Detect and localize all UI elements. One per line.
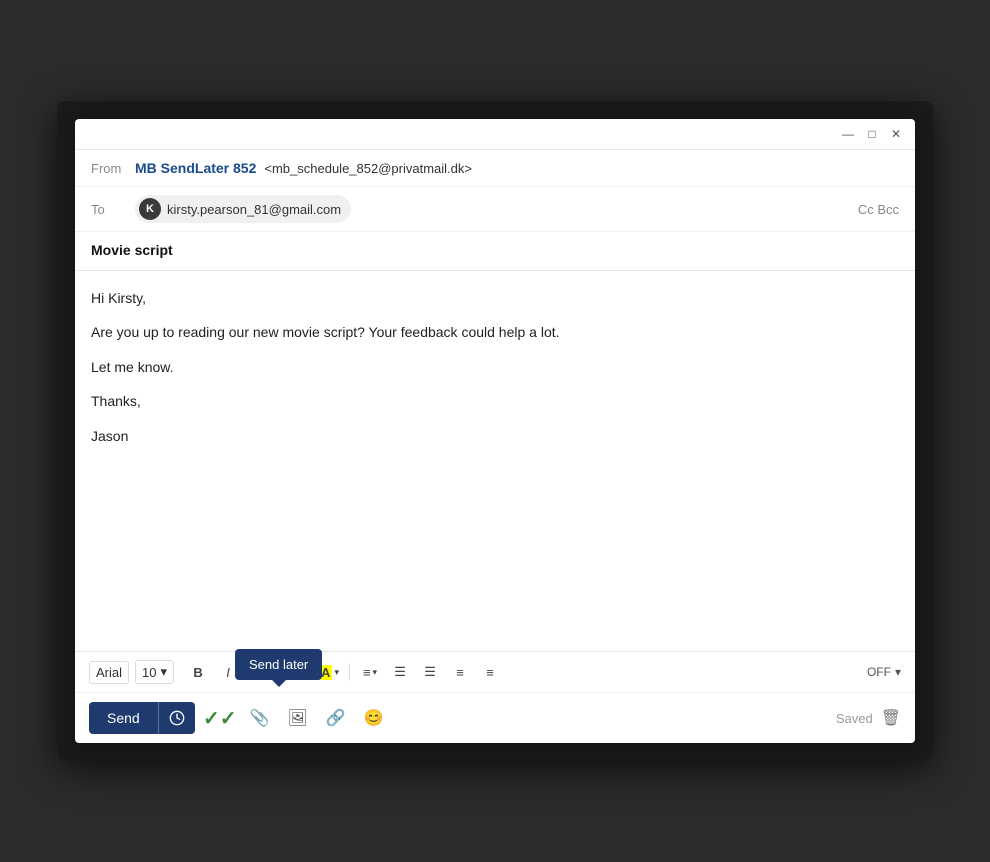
emoji-icon: 😊: [364, 708, 384, 728]
alignment-icon: ≡: [363, 665, 371, 680]
subject-row: Movie script: [75, 232, 915, 271]
cc-bcc-button[interactable]: Cc Bcc: [858, 202, 899, 217]
font-name: Arial: [96, 665, 122, 680]
off-toggle[interactable]: OFF ▾: [867, 665, 901, 679]
ordered-list-button[interactable]: ☰: [386, 658, 414, 686]
send-label: Send: [107, 710, 140, 726]
signature: Jason: [91, 425, 899, 447]
saved-status: Saved 🗑: [836, 708, 901, 728]
emoji-button[interactable]: 😊: [359, 703, 389, 733]
avatar: K: [139, 198, 161, 220]
unordered-list-button[interactable]: ☰: [416, 658, 444, 686]
closing: Thanks,: [91, 390, 899, 412]
send-button[interactable]: Send: [89, 702, 158, 734]
unordered-list-icon: ☰: [424, 664, 436, 680]
bold-button[interactable]: B: [184, 658, 212, 686]
font-size-selector[interactable]: 10 ▾: [135, 660, 174, 684]
body-line2: Let me know.: [91, 356, 899, 378]
outdent-button[interactable]: ≡: [476, 658, 504, 686]
font-selector[interactable]: Arial: [89, 661, 129, 684]
font-size-value: 10: [142, 665, 156, 680]
check-icon: ✓✓: [203, 706, 237, 731]
to-label: To: [91, 202, 127, 217]
to-row: To K kirsty.pearson_81@gmail.com Cc Bcc: [75, 187, 915, 232]
send-clock-button[interactable]: [158, 702, 195, 734]
email-body[interactable]: Hi Kirsty, Are you up to reading our new…: [75, 271, 915, 651]
formatting-toolbar: Arial 10 ▾ B I U A ▾ A ▾: [75, 652, 915, 693]
sender-email: <mb_schedule_852@privatmail.dk>: [264, 161, 472, 176]
link-button[interactable]: 🔗: [321, 703, 351, 733]
attach-button[interactable]: 📎: [245, 703, 275, 733]
check-button[interactable]: ✓✓: [203, 701, 237, 735]
bg-color-arrow-icon: ▾: [334, 667, 339, 678]
send-later-tooltip: Send later: [235, 649, 322, 680]
sender-name: MB SendLater 852: [135, 160, 256, 176]
alignment-button[interactable]: ≡ ▾: [356, 658, 384, 686]
subject-text: Movie script: [91, 242, 173, 258]
attach-icon: 📎: [250, 708, 270, 728]
indent-icon: ≡: [456, 665, 464, 680]
off-label: OFF: [867, 665, 891, 679]
minimize-button[interactable]: —: [841, 127, 855, 141]
trash-icon: 🗑: [881, 708, 901, 728]
from-label: From: [91, 161, 127, 176]
email-compose-window: — □ ✕ From MB SendLater 852 <mb_schedule…: [75, 119, 915, 743]
body-line1: Are you up to reading our new movie scri…: [91, 321, 899, 343]
link-icon: 🔗: [326, 708, 346, 728]
indent-button[interactable]: ≡: [446, 658, 474, 686]
recipient-email: kirsty.pearson_81@gmail.com: [167, 202, 341, 217]
font-size-arrow-icon: ▾: [160, 664, 167, 680]
image-icon: 🖼: [288, 708, 308, 728]
maximize-button[interactable]: □: [865, 127, 879, 141]
send-toolbar: Send later Send ✓✓ 📎 �: [75, 693, 915, 743]
off-arrow-icon: ▾: [895, 665, 901, 679]
outdent-icon: ≡: [486, 665, 494, 680]
send-button-group: Send: [89, 702, 195, 734]
alignment-arrow-icon: ▾: [373, 667, 378, 678]
clock-icon: [169, 710, 185, 726]
saved-text: Saved: [836, 711, 873, 726]
ordered-list-icon: ☰: [394, 664, 406, 680]
divider2: [349, 663, 350, 681]
from-row: From MB SendLater 852 <mb_schedule_852@p…: [75, 150, 915, 187]
image-button[interactable]: 🖼: [283, 703, 313, 733]
window-controls: — □ ✕: [841, 127, 903, 141]
recipient-chip[interactable]: K kirsty.pearson_81@gmail.com: [135, 195, 351, 223]
greeting: Hi Kirsty,: [91, 287, 899, 309]
from-sender: MB SendLater 852 <mb_schedule_852@privat…: [135, 160, 472, 176]
close-button[interactable]: ✕: [889, 127, 903, 141]
delete-button[interactable]: 🗑: [881, 708, 901, 728]
title-bar: — □ ✕: [75, 119, 915, 150]
